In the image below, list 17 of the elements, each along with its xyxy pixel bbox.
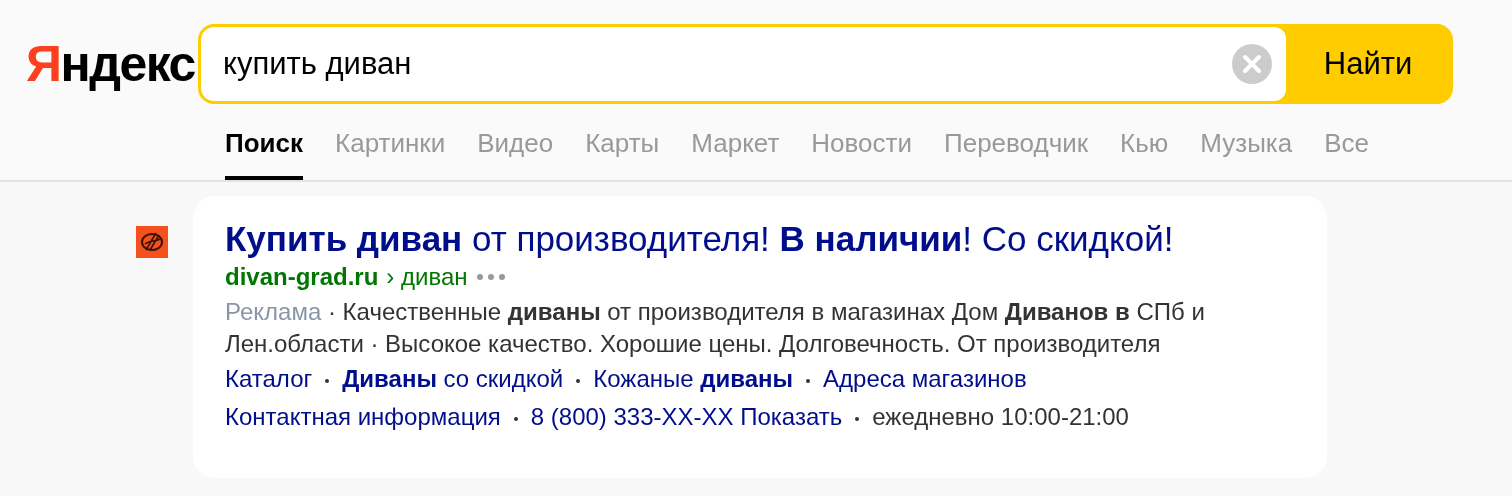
- search-field[interactable]: купить диван Найти: [198, 24, 1453, 104]
- nav-tab[interactable]: Поиск: [225, 124, 304, 180]
- more-icon[interactable]: [475, 273, 506, 281]
- sitelink[interactable]: Диваны со скидкой: [342, 360, 564, 398]
- result-description: Реклама · Качественные диваны от производителя в магазинах Дом Диванов в СПб и Лен.области · Высокое качество. Хорошие цены. Долговечность. От производителя: [225, 297, 1206, 359]
- contact-link[interactable]: 8 (800) 333-XX-XX Показать: [530, 398, 843, 436]
- clear-icon[interactable]: [1232, 44, 1272, 84]
- opening-hours: ежедневно 10:00-21:00: [872, 402, 1129, 432]
- sitelink[interactable]: Адреса магазинов: [823, 360, 1027, 398]
- site-favicon-icon: [136, 226, 168, 258]
- logo[interactable]: Яндекс: [0, 35, 198, 93]
- sitelink[interactable]: Каталог: [225, 360, 313, 398]
- contact-link[interactable]: Контактная информация: [225, 398, 501, 436]
- sitelink[interactable]: Кожаные диваны: [593, 360, 794, 398]
- result-title-link[interactable]: Купить диван от производителя! В наличии! Со скидкой!: [225, 219, 1174, 258]
- path-link[interactable]: › диван: [386, 260, 468, 294]
- domain-link[interactable]: divan-grad.ru: [225, 260, 379, 294]
